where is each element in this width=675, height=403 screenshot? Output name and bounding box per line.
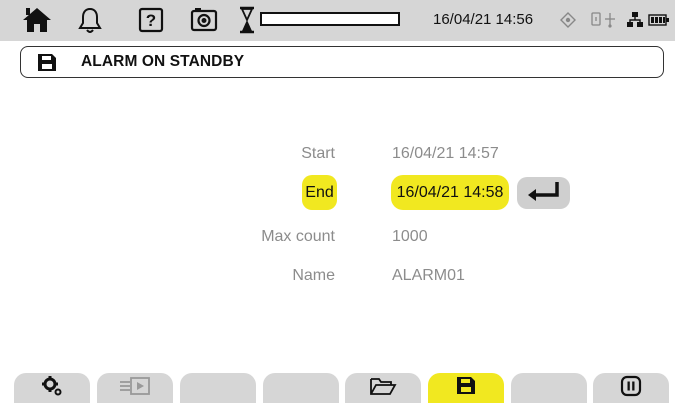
end-value-field[interactable]: 16/04/21 14:58 [391, 175, 509, 210]
status-bar: ? 16/04/21 14:56 [0, 0, 675, 41]
camera-icon[interactable] [189, 7, 219, 33]
status-datetime: 16/04/21 14:56 [433, 11, 534, 28]
gps-icon [560, 12, 576, 28]
battery-icon [648, 13, 670, 27]
end-label: End [302, 175, 337, 210]
help-icon[interactable]: ? [138, 7, 164, 33]
name-value[interactable]: ALARM01 [392, 267, 465, 285]
fkey-4-button[interactable] [263, 373, 339, 403]
save-icon [37, 53, 57, 77]
fkey-7-button[interactable] [511, 373, 587, 403]
progress-bar [260, 12, 400, 26]
page-title: ALARM ON STANDBY [81, 53, 245, 70]
hourglass-icon [238, 5, 256, 35]
fkey-start-button[interactable] [97, 373, 173, 403]
pause-icon [620, 375, 642, 402]
fkey-settings-button[interactable] [14, 373, 90, 403]
start-label: Start [301, 145, 335, 162]
start-icon [118, 375, 152, 402]
usb-icon [590, 11, 622, 29]
start-value[interactable]: 16/04/21 14:57 [392, 145, 499, 163]
network-icon [626, 11, 644, 29]
max-count-value[interactable]: 1000 [392, 228, 428, 246]
title-bar: ALARM ON STANDBY [20, 46, 664, 78]
fkey-pause-button[interactable] [593, 373, 669, 403]
fkey-3-button[interactable] [180, 373, 256, 403]
name-label: Name [292, 267, 335, 284]
enter-icon [525, 180, 563, 207]
bell-icon[interactable] [77, 6, 103, 34]
home-icon[interactable] [20, 5, 54, 35]
save-icon [456, 376, 476, 400]
folder-icon [369, 375, 397, 402]
settings-icon [41, 375, 63, 402]
max-count-label: Max count [261, 228, 335, 245]
enter-button[interactable] [517, 177, 570, 209]
fkey-open-button[interactable] [345, 373, 421, 403]
svg-text:?: ? [146, 11, 156, 30]
device-screen: ? 16/04/21 14:56 ALARM ON STANDBY Start … [0, 0, 675, 403]
fkey-save-button[interactable] [428, 373, 504, 403]
